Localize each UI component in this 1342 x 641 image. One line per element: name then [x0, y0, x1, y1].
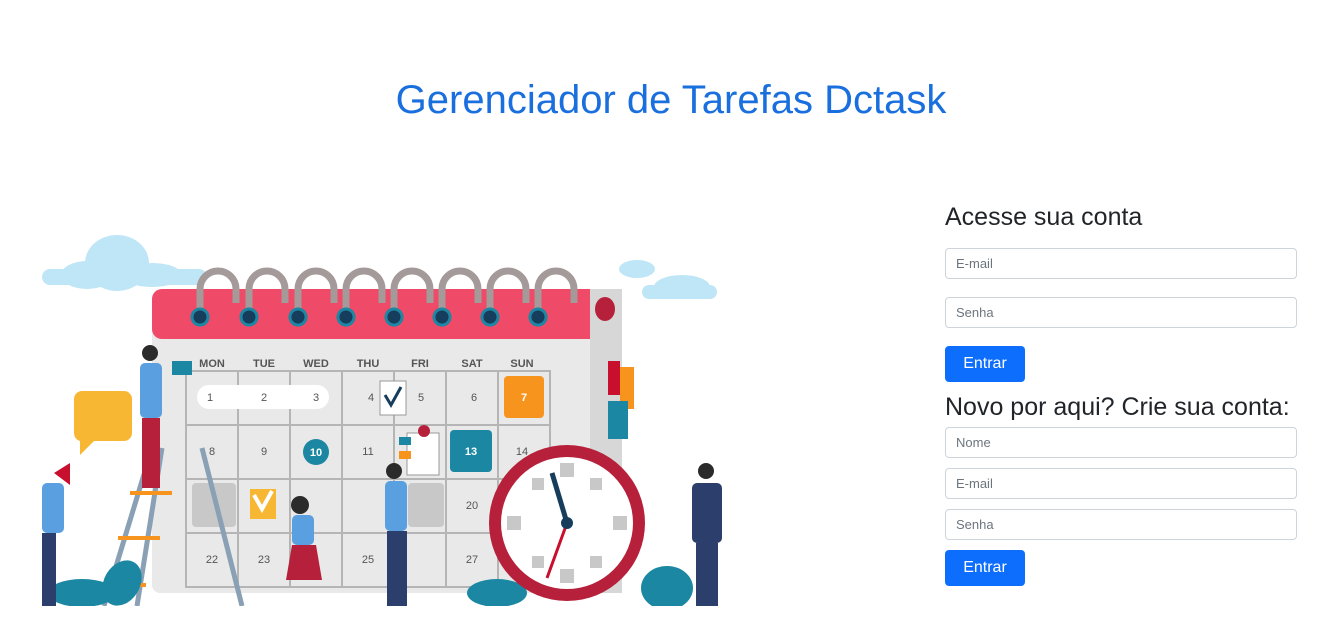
day-number: 4 [368, 392, 374, 404]
day-number: 10 [310, 447, 322, 459]
day-number: 3 [313, 392, 319, 404]
login-submit-button[interactable]: Entrar [945, 346, 1025, 382]
weekday-label: MON [199, 358, 225, 370]
signup-name-input[interactable] [945, 427, 1297, 458]
login-password-input[interactable] [945, 297, 1297, 328]
login-email-input[interactable] [945, 248, 1297, 279]
signup-heading: Novo por aqui? Crie sua conta: [945, 393, 1290, 421]
weekday-label: THU [357, 358, 380, 370]
clock-icon [489, 445, 645, 601]
page-title: Gerenciador de Tarefas Dctask [395, 78, 947, 122]
day-number: 5 [418, 392, 424, 404]
day-number: 27 [466, 554, 478, 566]
calendar-illustration: MON TUE WED THU FRI SAT SUN 1 2 3 4 5 6 … [42, 233, 725, 606]
day-number: 23 [258, 554, 270, 566]
signup-email-input[interactable] [945, 468, 1297, 499]
day-number: 6 [471, 392, 477, 404]
weekday-label: WED [303, 358, 329, 370]
weekday-label: SAT [461, 358, 482, 370]
person-figure [692, 463, 722, 606]
weekday-label: TUE [253, 358, 275, 370]
day-number: 7 [521, 392, 527, 404]
day-number: 1 [207, 392, 213, 404]
megaphone-icon [54, 463, 70, 485]
day-number: 9 [261, 446, 267, 458]
person-figure [385, 463, 407, 606]
signup-password-input[interactable] [945, 509, 1297, 540]
day-number: 2 [261, 392, 267, 404]
signup-submit-button[interactable]: Entrar [945, 550, 1025, 586]
day-number: 22 [206, 554, 218, 566]
speech-bubble-icon [73, 391, 132, 455]
weekday-label: FRI [411, 358, 429, 370]
login-heading: Acesse sua conta [945, 203, 1143, 231]
day-number: 8 [209, 446, 215, 458]
day-number: 25 [362, 554, 374, 566]
day-number: 20 [466, 500, 478, 512]
day-number: 13 [465, 446, 477, 458]
weekday-label: SUN [510, 358, 533, 370]
day-number: 14 [516, 446, 528, 458]
day-number: 11 [362, 446, 373, 458]
